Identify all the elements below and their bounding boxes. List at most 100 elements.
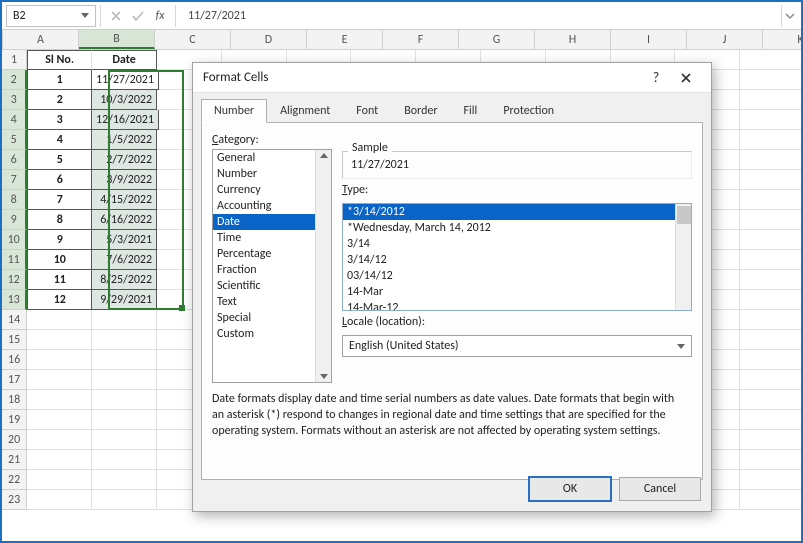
cell-A6[interactable]: 5 — [27, 150, 92, 170]
help-button[interactable]: ? — [641, 64, 671, 92]
column-header-K[interactable]: K — [763, 30, 803, 49]
cell-B22[interactable] — [92, 470, 157, 490]
row-header-12[interactable]: 12 — [2, 270, 27, 290]
column-header-I[interactable]: I — [611, 30, 687, 49]
formula-bar-value[interactable]: 11/27/2021 — [180, 9, 781, 23]
cell-L17[interactable] — [740, 370, 803, 390]
cell-L7[interactable] — [740, 170, 803, 190]
cell-A14[interactable] — [27, 310, 92, 330]
tab-number[interactable]: Number — [201, 99, 267, 123]
cell-L12[interactable] — [740, 270, 803, 290]
category-item-general[interactable]: General — [213, 150, 331, 166]
row-header-15[interactable]: 15 — [2, 330, 27, 350]
fx-icon[interactable]: fx — [149, 5, 171, 27]
cell-A12[interactable]: 11 — [27, 270, 92, 290]
category-item-text[interactable]: Text — [213, 294, 331, 310]
column-header-C[interactable]: C — [155, 30, 231, 49]
row-header-2[interactable]: 2 — [2, 70, 27, 90]
cell-L14[interactable] — [740, 310, 803, 330]
cell-A18[interactable] — [27, 390, 92, 410]
column-header-J[interactable]: J — [687, 30, 763, 49]
category-item-scientific[interactable]: Scientific — [213, 278, 331, 294]
cell-A19[interactable] — [27, 410, 92, 430]
enter-formula-icon[interactable] — [127, 5, 149, 27]
cell-A23[interactable] — [27, 490, 92, 510]
tab-alignment[interactable]: Alignment — [267, 99, 343, 123]
type-item[interactable]: *Wednesday, March 14, 2012 — [343, 220, 675, 236]
cell-L13[interactable] — [740, 290, 803, 310]
cell-L6[interactable] — [740, 150, 803, 170]
category-item-fraction[interactable]: Fraction — [213, 262, 331, 278]
row-header-9[interactable]: 9 — [2, 210, 27, 230]
cell-B21[interactable] — [92, 450, 157, 470]
category-item-accounting[interactable]: Accounting — [213, 198, 331, 214]
column-header-D[interactable]: D — [231, 30, 307, 49]
category-listbox[interactable]: GeneralNumberCurrencyAccountingDateTimeP… — [212, 149, 332, 383]
type-item[interactable]: *3/14/2012 — [343, 204, 675, 220]
cell-A15[interactable] — [27, 330, 92, 350]
row-header-22[interactable]: 22 — [2, 470, 27, 490]
category-item-special[interactable]: Special — [213, 310, 331, 326]
type-listbox[interactable]: *3/14/2012*Wednesday, March 14, 20123/14… — [342, 203, 692, 311]
cell-B2[interactable]: 11/27/2021 — [92, 70, 159, 90]
cell-B15[interactable] — [92, 330, 157, 350]
type-item[interactable]: 14-Mar — [343, 284, 675, 300]
dialog-titlebar[interactable]: Format Cells ? — [193, 63, 711, 93]
cell-A21[interactable] — [27, 450, 92, 470]
cell-L15[interactable] — [740, 330, 803, 350]
cell-B1[interactable]: Date — [92, 50, 157, 70]
cell-A1[interactable]: Sl No. — [27, 50, 92, 70]
cell-A16[interactable] — [27, 350, 92, 370]
cell-B13[interactable]: 9/29/2021 — [92, 290, 157, 310]
column-header-E[interactable]: E — [307, 30, 383, 49]
cell-A7[interactable]: 6 — [27, 170, 92, 190]
cell-L3[interactable] — [740, 90, 803, 110]
tab-border[interactable]: Border — [391, 99, 450, 123]
cell-B23[interactable] — [92, 490, 157, 510]
cell-A17[interactable] — [27, 370, 92, 390]
row-header-21[interactable]: 21 — [2, 450, 27, 470]
cell-B14[interactable] — [92, 310, 157, 330]
cell-B9[interactable]: 6/16/2022 — [92, 210, 157, 230]
cell-B18[interactable] — [92, 390, 157, 410]
cell-L1[interactable] — [740, 50, 803, 70]
cell-L5[interactable] — [740, 130, 803, 150]
tab-protection[interactable]: Protection — [490, 99, 567, 123]
column-header-G[interactable]: G — [459, 30, 535, 49]
cell-L21[interactable] — [740, 450, 803, 470]
type-item[interactable]: 3/14 — [343, 236, 675, 252]
column-header-B[interactable]: B — [79, 30, 155, 49]
row-header-16[interactable]: 16 — [2, 350, 27, 370]
cell-L11[interactable] — [740, 250, 803, 270]
row-header-23[interactable]: 23 — [2, 490, 27, 510]
cell-A4[interactable]: 3 — [27, 110, 92, 130]
ok-button[interactable]: OK — [529, 477, 611, 501]
row-header-19[interactable]: 19 — [2, 410, 27, 430]
category-item-time[interactable]: Time — [213, 230, 331, 246]
cell-L8[interactable] — [740, 190, 803, 210]
category-item-custom[interactable]: Custom — [213, 326, 331, 342]
cell-B10[interactable]: 5/3/2021 — [92, 230, 157, 250]
cell-L19[interactable] — [740, 410, 803, 430]
row-header-5[interactable]: 5 — [2, 130, 27, 150]
cell-L20[interactable] — [740, 430, 803, 450]
cell-L4[interactable] — [740, 110, 803, 130]
cell-A11[interactable]: 10 — [27, 250, 92, 270]
row-header-7[interactable]: 7 — [2, 170, 27, 190]
cell-B4[interactable]: 12/16/2021 — [92, 110, 159, 130]
cell-B11[interactable]: 7/6/2022 — [92, 250, 157, 270]
row-header-20[interactable]: 20 — [2, 430, 27, 450]
cell-B20[interactable] — [92, 430, 157, 450]
cell-B19[interactable] — [92, 410, 157, 430]
cell-A13[interactable]: 12 — [27, 290, 92, 310]
expand-formula-bar-icon[interactable] — [781, 5, 797, 27]
column-header-F[interactable]: F — [383, 30, 459, 49]
cell-L22[interactable] — [740, 470, 803, 490]
type-item[interactable]: 3/14/12 — [343, 252, 675, 268]
cell-A9[interactable]: 8 — [27, 210, 92, 230]
cell-L10[interactable] — [740, 230, 803, 250]
category-item-date[interactable]: Date — [213, 214, 331, 230]
cell-A3[interactable]: 2 — [27, 90, 92, 110]
cell-B5[interactable]: 1/5/2022 — [92, 130, 157, 150]
cell-L23[interactable] — [740, 490, 803, 510]
